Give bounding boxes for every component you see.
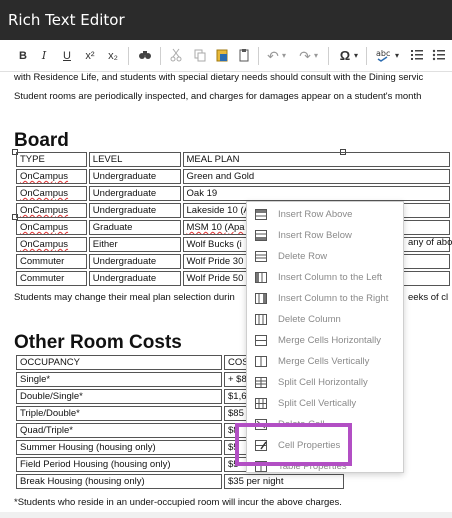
svg-text:abc: abc	[376, 49, 390, 58]
window-title: Rich Text Editor	[8, 11, 125, 29]
menu-item-label: Delete Column	[278, 314, 341, 325]
toolbar-separator	[328, 47, 329, 65]
meal-plan-change-note[interactable]: Students may change their meal plan sele…	[14, 292, 235, 303]
table-cell[interactable]: OnCampus	[16, 186, 87, 201]
find-icon[interactable]	[137, 48, 153, 64]
intro-paragraph-line[interactable]: Student rooms are periodically inspected…	[14, 91, 421, 102]
subscript-button[interactable]: x₂	[105, 48, 121, 64]
table-cell[interactable]: Commuter	[16, 271, 87, 286]
table-cell[interactable]: Either	[88, 237, 181, 252]
menu-item-insert-row-below[interactable]: Insert Row Below	[247, 225, 405, 246]
table-header-cell[interactable]: MEAL PLAN	[182, 152, 450, 167]
menu-item-label: Insert Row Below	[278, 230, 352, 241]
table-cell[interactable]: Graduate	[88, 220, 181, 235]
meal-plan-change-note-tail: eeks of cl	[408, 292, 449, 303]
menu-item-delete-column[interactable]: Delete Column	[247, 309, 405, 330]
table-cell[interactable]: Commuter	[16, 254, 87, 269]
table-cell[interactable]: Undergraduate	[88, 169, 181, 184]
split-vertical-icon	[255, 398, 267, 409]
board-heading[interactable]: Board	[14, 130, 69, 152]
editor-toolbar: B I U x² x₂ ↶ ▾ ↷ ▾ Ω ▾ abc ▾	[0, 40, 452, 72]
cut-icon[interactable]	[168, 48, 184, 64]
other-room-costs-heading[interactable]: Other Room Costs	[14, 332, 182, 354]
merge-vertical-icon	[255, 356, 267, 367]
insert-row-above-icon	[255, 209, 267, 220]
table-row: OnCampus Undergraduate Oak 19	[16, 186, 450, 201]
table-cell[interactable]: OnCampus	[16, 237, 87, 252]
menu-item-merge-cells-vertically[interactable]: Merge Cells Vertically	[247, 351, 405, 372]
table-cell-overflow-text: any of abo	[408, 237, 452, 248]
table-cell[interactable]: Oak 19	[182, 186, 450, 201]
toolbar-separator	[160, 47, 161, 65]
menu-item-delete-row[interactable]: Delete Row	[247, 246, 405, 267]
menu-item-label: Merge Cells Vertically	[278, 356, 370, 367]
menu-item-split-cell-vertically[interactable]: Split Cell Vertically	[247, 393, 405, 414]
split-horizontal-icon	[255, 377, 267, 388]
table-cell[interactable]: OnCampus	[16, 203, 87, 218]
toolbar-separator	[128, 47, 129, 65]
merge-horizontal-icon	[255, 335, 267, 346]
table-row: OnCampus Undergraduate Green and Gold	[16, 169, 450, 184]
insert-column-left-icon	[255, 272, 267, 283]
chevron-down-icon[interactable]: ▾	[280, 48, 288, 64]
undo-icon[interactable]: ↶	[266, 48, 280, 64]
table-cell[interactable]: Field Period Housing (housing only)	[16, 457, 222, 472]
menu-item-insert-column-left[interactable]: Insert Column to the Left	[247, 267, 405, 288]
table-cell[interactable]: Double/Single*	[16, 389, 222, 404]
chevron-down-icon[interactable]: ▾	[312, 48, 320, 64]
table-cell[interactable]: Triple/Double*	[16, 406, 222, 421]
special-character-button[interactable]: Ω	[338, 48, 352, 64]
redo-icon[interactable]: ↷	[298, 48, 312, 64]
menu-item-label: Insert Row Above	[278, 209, 353, 220]
highlight-annotation-box	[235, 423, 352, 466]
table-cell[interactable]: Undergraduate	[88, 271, 181, 286]
horizontal-scrollbar[interactable]	[0, 512, 452, 518]
toolbar-separator	[366, 47, 367, 65]
table-header-row: TYPE LEVEL MEAL PLAN	[16, 152, 450, 167]
underline-button[interactable]: U	[60, 48, 74, 64]
numbered-list-icon[interactable]	[410, 48, 424, 64]
italic-button[interactable]: I	[38, 48, 50, 64]
table-cell[interactable]: OnCampus	[16, 220, 87, 235]
delete-row-icon	[255, 251, 267, 262]
table-cell[interactable]: Single*	[16, 372, 222, 387]
menu-item-insert-row-above[interactable]: Insert Row Above	[247, 204, 405, 225]
table-cell[interactable]: Quad/Triple*	[16, 423, 222, 438]
menu-item-label: Delete Row	[278, 251, 328, 262]
paste-word-icon[interactable]	[214, 48, 230, 64]
table-cell[interactable]: Undergraduate	[88, 203, 181, 218]
menu-item-label: Split Cell Vertically	[278, 398, 357, 409]
table-header-cell[interactable]: TYPE	[16, 152, 87, 167]
spellcheck-icon[interactable]: abc	[376, 48, 392, 64]
chevron-down-icon[interactable]: ▾	[352, 48, 360, 64]
bulleted-list-icon[interactable]	[432, 48, 446, 64]
intro-paragraph-line[interactable]: with Residence Life, and students with s…	[14, 72, 423, 83]
title-bar: Rich Text Editor	[0, 0, 452, 40]
table-cell[interactable]: Undergraduate	[88, 186, 181, 201]
delete-column-icon	[255, 314, 267, 325]
table-cell[interactable]: OnCampus	[16, 169, 87, 184]
menu-item-label: Insert Column to the Left	[278, 272, 383, 283]
menu-item-label: Insert Column to the Right	[278, 293, 389, 304]
paste-icon[interactable]	[236, 48, 252, 64]
table-header-cell[interactable]: OCCUPANCY	[16, 355, 222, 370]
superscript-button[interactable]: x²	[82, 48, 98, 64]
menu-item-split-cell-horizontally[interactable]: Split Cell Horizontally	[247, 372, 405, 393]
toolbar-separator	[258, 47, 259, 65]
table-cell[interactable]: Summer Housing (housing only)	[16, 440, 222, 455]
table-cell[interactable]: Green and Gold	[182, 169, 450, 184]
copy-icon[interactable]	[192, 48, 208, 64]
footnote[interactable]: *Students who reside in an under-occupie…	[14, 497, 342, 508]
menu-item-insert-column-right[interactable]: Insert Column to the Right	[247, 288, 405, 309]
insert-row-below-icon	[255, 230, 267, 241]
menu-item-label: Merge Cells Horizontally	[278, 335, 381, 346]
table-cell[interactable]: Undergraduate	[88, 254, 181, 269]
table-header-cell[interactable]: LEVEL	[88, 152, 181, 167]
menu-item-label: Split Cell Horizontally	[278, 377, 368, 388]
table-cell[interactable]: Break Housing (housing only)	[16, 474, 222, 489]
chevron-down-icon[interactable]: ▾	[393, 48, 401, 64]
bold-button[interactable]: B	[16, 48, 30, 64]
menu-item-merge-cells-horizontally[interactable]: Merge Cells Horizontally	[247, 330, 405, 351]
insert-column-right-icon	[255, 293, 267, 304]
